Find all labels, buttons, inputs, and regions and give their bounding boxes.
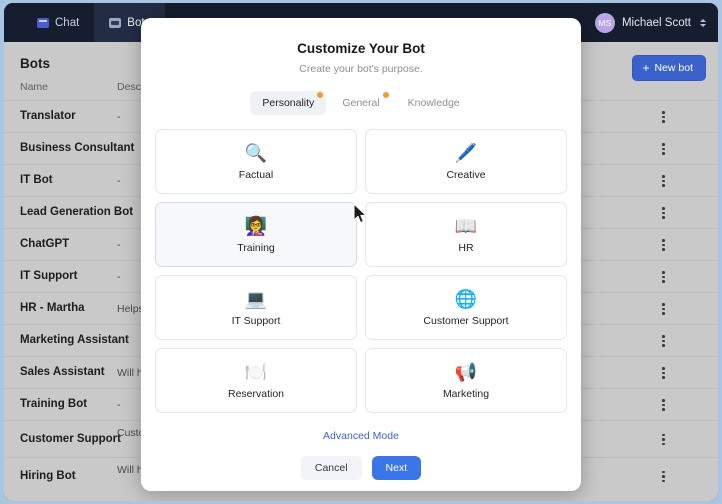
customize-bot-dialog: Customize Your Bot Create your bot's pur… [141,18,581,491]
avatar: MS [594,12,615,33]
megaphone-icon: 📢 [454,361,478,382]
dialog-tabs: Personality General Knowledge [141,91,581,115]
bot-name: Marketing Assistant [20,334,129,346]
next-button[interactable]: Next [371,456,422,480]
row-menu-icon[interactable] [662,143,665,155]
bot-name: Hiring Bot [20,469,76,482]
cancel-button[interactable]: Cancel [300,456,362,480]
tab-general-badge-dot [382,92,389,98]
magnifying-glass-icon: 🔍 [244,142,268,163]
option-card-hr[interactable]: 📖 HR [365,202,567,267]
plate-cutlery-icon: 🍽️ [244,361,268,382]
option-card-label: Reservation [227,387,285,400]
tab-personality-label: Personality [262,97,315,109]
option-card-label: Marketing [442,387,490,400]
bot-name: IT Bot [20,174,53,186]
bot-name: HR - Martha [20,302,85,314]
option-card-label: Training [237,241,275,254]
row-menu-icon[interactable] [662,111,665,123]
tab-knowledge[interactable]: Knowledge [396,91,472,115]
row-menu-icon[interactable] [662,271,665,283]
option-card-customer-support[interactable]: 🌐 Customer Support [365,275,567,340]
page-title: Bots [20,56,50,71]
row-menu-icon[interactable] [662,335,665,347]
chevron-updown-icon [700,18,706,27]
row-menu-icon[interactable] [662,367,665,379]
bot-name: IT Support [20,270,78,282]
bots-icon [109,17,122,28]
user-menu[interactable]: MS Michael Scott [594,3,706,42]
tab-general[interactable]: General [330,91,391,115]
tab-knowledge-label: Knowledge [407,97,460,109]
bot-name: ChatGPT [20,238,70,250]
option-card-label: Customer Support [423,314,509,327]
personality-option-grid: 🔍 Factual 🖊️ Creative 👩‍🏫 Training 📖 HR 💻 IT Supp… [155,129,567,413]
bot-name: Translator [20,110,76,122]
dialog-title: Customize Your Bot [297,41,425,56]
option-card-creative[interactable]: 🖊️ Creative [365,129,567,194]
plus-icon: + [642,61,650,75]
pen-icon: 🖊️ [454,142,478,163]
chat-icon [37,17,49,28]
option-card-label: Creative [446,168,486,181]
new-bot-button[interactable]: + New bot [632,55,706,81]
option-card-factual[interactable]: 🔍 Factual [155,129,357,194]
open-book-icon: 📖 [454,215,478,236]
column-header-description: Desc [117,81,141,93]
option-card-it-support[interactable]: 💻 IT Support [155,275,357,340]
bot-name: Customer Support [20,432,121,445]
dialog-actions: Cancel Next [141,456,581,480]
user-name: Michael Scott [621,16,691,29]
new-bot-button-label: New bot [654,62,693,74]
bot-name: Sales Assistant [20,366,105,378]
option-card-label: IT Support [231,314,281,327]
column-header-name: Name [20,81,49,93]
laptop-icon: 💻 [244,288,268,309]
option-card-training[interactable]: 👩‍🏫 Training [155,202,357,267]
dialog-subtitle: Create your bot's purpose. [299,63,423,75]
row-menu-icon[interactable] [662,303,665,315]
globe-icon: 🌐 [454,288,478,309]
row-menu-icon[interactable] [662,470,665,483]
tab-personality-badge-dot [317,92,324,98]
row-menu-icon[interactable] [662,239,665,251]
advanced-mode-link[interactable]: Advanced Mode [141,430,581,442]
option-card-label: HR [458,241,474,254]
nav-tab-chat[interactable]: Chat [22,3,94,42]
window-frame: Chat Bots MS Michael Scott Bots + New bo [4,3,718,501]
option-card-reservation[interactable]: 🍽️ Reservation [155,348,357,413]
row-menu-icon[interactable] [662,175,665,187]
option-card-marketing[interactable]: 📢 Marketing [365,348,567,413]
row-menu-icon[interactable] [662,207,665,219]
application-window: Chat Bots MS Michael Scott Bots + New bo [0,0,722,504]
tab-general-label: General [342,97,380,109]
row-menu-icon[interactable] [662,433,665,446]
row-menu-icon[interactable] [662,399,665,411]
bot-name: Training Bot [20,398,88,410]
teacher-board-icon: 👩‍🏫 [244,215,268,236]
tab-personality[interactable]: Personality [250,91,327,115]
nav-tab-chat-label: Chat [55,16,80,29]
option-card-label: Factual [238,168,274,181]
